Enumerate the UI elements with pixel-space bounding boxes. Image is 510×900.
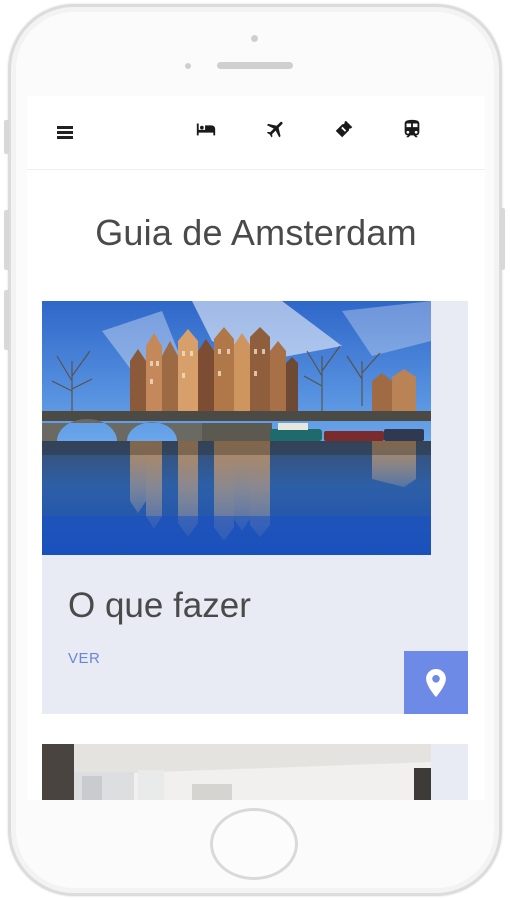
phone-side-button-left-top bbox=[4, 120, 9, 154]
proximity-sensor bbox=[185, 63, 191, 69]
front-camera bbox=[251, 35, 258, 42]
bed-icon[interactable] bbox=[195, 118, 221, 144]
card-o-que-fazer[interactable]: O que fazer VER bbox=[42, 301, 468, 714]
phone-side-button-left-bottom bbox=[4, 290, 9, 350]
ticket-icon[interactable] bbox=[333, 118, 359, 144]
card-second[interactable] bbox=[42, 744, 468, 800]
interior-room-photo bbox=[42, 744, 431, 800]
airplane-icon[interactable] bbox=[265, 118, 291, 144]
phone-side-button-left-middle bbox=[4, 210, 9, 270]
phone-home-button[interactable] bbox=[210, 808, 298, 880]
map-pin-button[interactable] bbox=[404, 651, 468, 714]
amsterdam-canal-photo bbox=[42, 301, 431, 555]
page-title: Guia de Amsterdam bbox=[95, 212, 417, 253]
map-pin-icon bbox=[426, 669, 446, 697]
top-navigation-bar bbox=[27, 96, 485, 170]
ver-link[interactable]: VER bbox=[68, 650, 100, 667]
card-title: O que fazer bbox=[68, 586, 251, 625]
train-icon[interactable] bbox=[401, 118, 427, 144]
phone-side-button-right bbox=[500, 208, 505, 270]
phone-speaker bbox=[217, 62, 293, 69]
hamburger-menu-icon[interactable] bbox=[57, 126, 73, 139]
app-screen: Guia de Amsterdam O que fazer VER bbox=[27, 96, 485, 800]
